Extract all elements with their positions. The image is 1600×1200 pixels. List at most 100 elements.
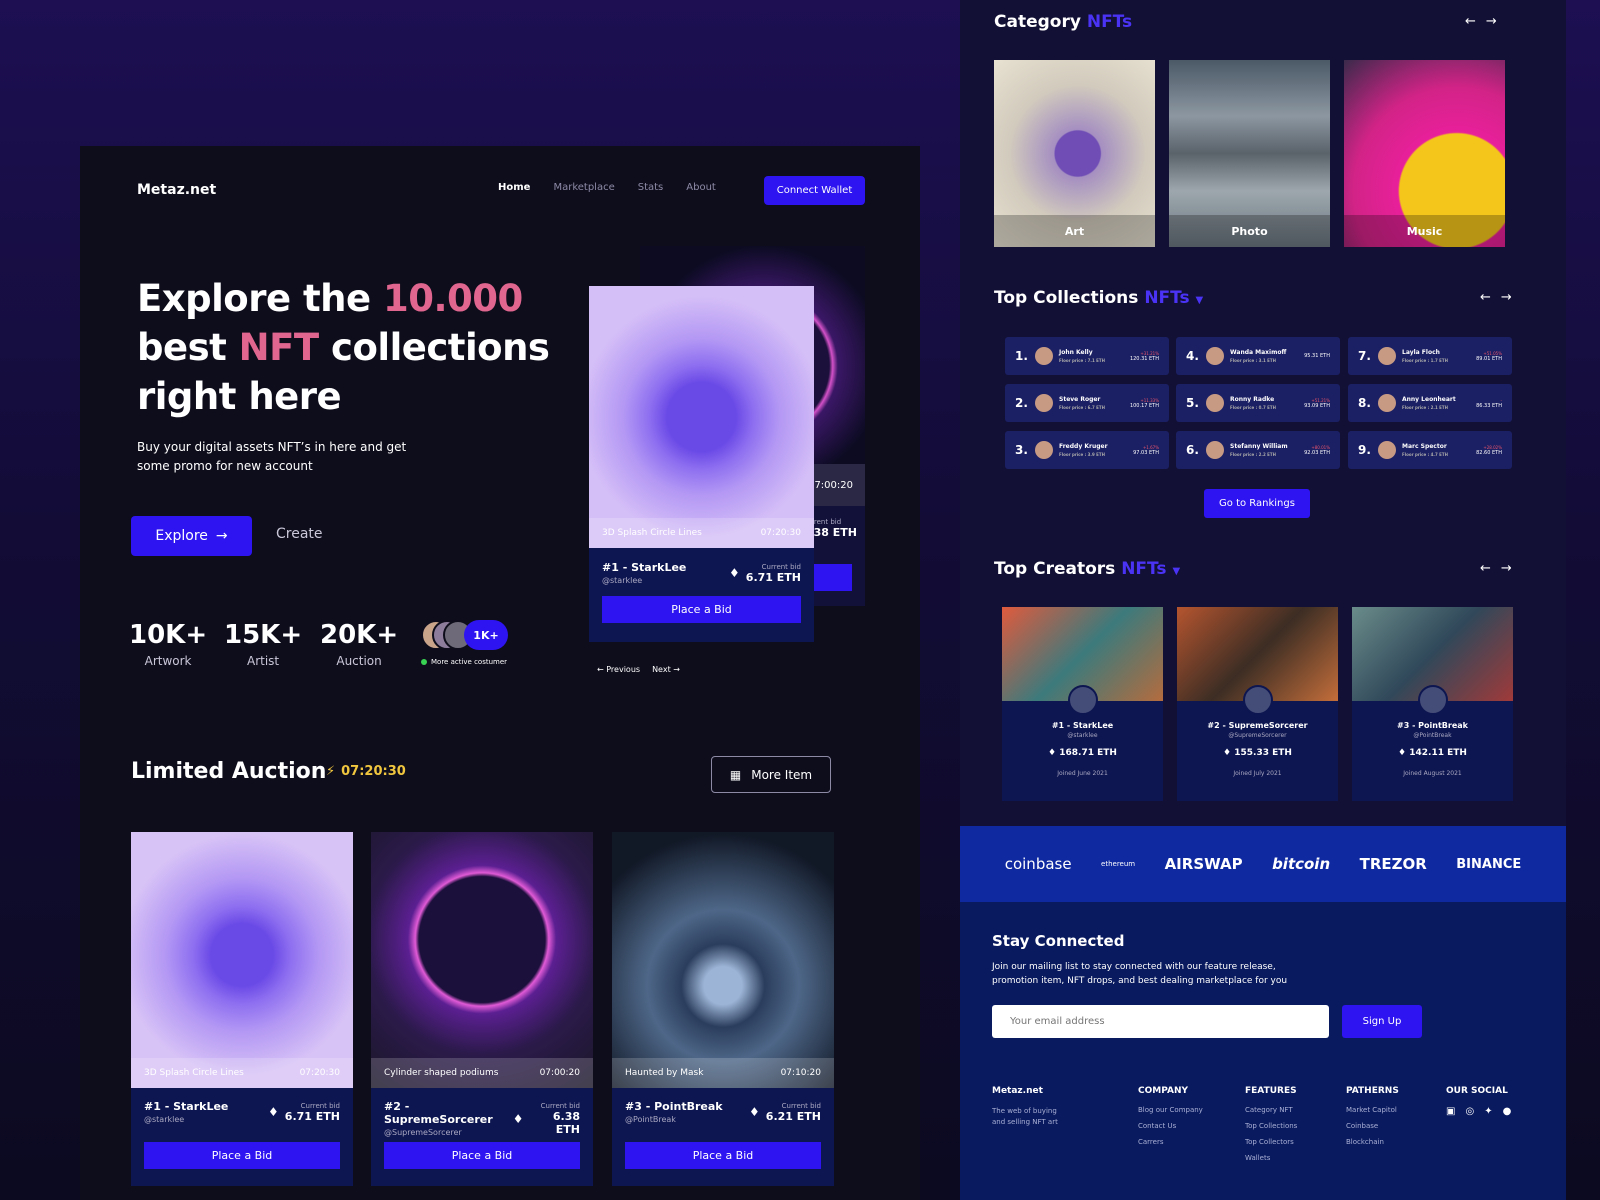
footer-brand: Metaz.net The web of buying and selling N… xyxy=(992,1086,1058,1126)
collection-item[interactable]: 3. Freddy Kruger Floor price : 3.9 ETH +1.6… xyxy=(1005,431,1169,469)
explore-button[interactable]: Explore → xyxy=(131,516,252,556)
nav-stats[interactable]: Stats xyxy=(638,182,664,193)
collection-item[interactable]: 8. Anny Leonheart Floor price : 2.1 ETH -86… xyxy=(1348,384,1512,422)
footer-link[interactable]: Top Collections xyxy=(1245,1122,1297,1130)
carousel-pagination: ← Previous Next → xyxy=(597,665,680,674)
partner-logos: coinbase ethereum AIRSWAP bitcoin TREZOR… xyxy=(960,826,1566,902)
online-dot-icon xyxy=(421,659,427,665)
creator-card[interactable]: #1 - StarkLee @starklee ♦ 168.71 ETH Joined… xyxy=(1002,607,1163,801)
card-info: #1 - StarkLee @starklee ♦ Current bid 6.71 … xyxy=(602,561,801,585)
chevron-down-icon[interactable]: ▼ xyxy=(1172,566,1180,577)
footer-company: COMPANY Blog our Company Contact Us Carrers xyxy=(1138,1086,1203,1146)
hero-front-card[interactable]: 3D Splash Circle Lines 07:20:30 #1 - Star… xyxy=(589,286,814,642)
arrow-right-icon[interactable]: → xyxy=(1486,14,1497,29)
footer-link[interactable]: Wallets xyxy=(1245,1154,1297,1162)
footer-link[interactable]: Coinbase xyxy=(1346,1122,1399,1130)
avatar-count-badge: 1K+ xyxy=(464,620,508,650)
category-arrows: ← → xyxy=(1465,14,1497,29)
top-creators-title: Top Creators NFTs ▼ xyxy=(994,559,1181,579)
place-bid-button[interactable]: Place a Bid xyxy=(384,1142,580,1169)
more-item-button[interactable]: ▦ More Item xyxy=(711,756,831,793)
email-input[interactable] xyxy=(992,1005,1329,1038)
footer-link[interactable]: Carrers xyxy=(1138,1138,1203,1146)
footer-link[interactable]: Top Collectors xyxy=(1245,1138,1297,1146)
section-title: Limited Auction xyxy=(131,759,327,784)
footer-link[interactable]: Blockchain xyxy=(1346,1138,1399,1146)
avatar xyxy=(1035,441,1053,459)
hero-subtitle: Buy your digital assets NFT’s in here an… xyxy=(137,440,407,473)
category-card-art[interactable]: Art xyxy=(994,60,1155,247)
collection-item[interactable]: 1. John Kelly Floor price : 7.1 ETH +31.21%… xyxy=(1005,337,1169,375)
footer-patherns: PATHERNS Market Capitol Coinbase Blockchain xyxy=(1346,1086,1399,1146)
arrow-right-icon: → xyxy=(215,528,228,544)
collection-item[interactable]: 7. Layla Floch Floor price : 1.7 ETH +51.05… xyxy=(1348,337,1512,375)
avatar xyxy=(1242,685,1273,715)
avatar-group: 1K+ xyxy=(421,620,511,650)
footer-link[interactable]: Contact Us xyxy=(1138,1122,1203,1130)
card-caption: 3D Splash Circle Lines 07:20:30 xyxy=(589,518,814,548)
landing-panel: Metaz.net Home Marketplace Stats About C… xyxy=(80,146,920,1200)
arrow-left-icon[interactable]: ← xyxy=(1480,290,1491,305)
linkedin-icon[interactable]: ▣ xyxy=(1446,1106,1455,1117)
collection-item[interactable]: 9. Marc Spector Floor price : 4.7 ETH +28.0… xyxy=(1348,431,1512,469)
lightning-icon: ⚡ xyxy=(326,764,336,779)
avatar xyxy=(1206,441,1224,459)
collection-item[interactable]: 2. Steve Roger Floor price : 6.7 ETH +11.33… xyxy=(1005,384,1169,422)
hero-title: Explore the 10.000 best NFT collections r… xyxy=(137,277,550,418)
facebook-icon[interactable]: ● xyxy=(1503,1106,1512,1117)
create-link[interactable]: Create xyxy=(276,526,323,542)
place-bid-button[interactable] xyxy=(812,564,852,591)
ethereum-icon: ♦ xyxy=(749,1105,760,1119)
place-bid-button[interactable]: Place a Bid xyxy=(144,1142,340,1169)
nav-home[interactable]: Home xyxy=(498,182,530,193)
ethereum-icon: ♦ xyxy=(268,1105,279,1119)
footer-link[interactable]: Blog our Company xyxy=(1138,1106,1203,1114)
creator-card[interactable]: #2 - SupremeSorcerer @SupremeSorcerer ♦ 15… xyxy=(1177,607,1338,801)
arrow-right-icon[interactable]: → xyxy=(1501,290,1512,305)
airswap-logo: AIRSWAP xyxy=(1164,855,1243,873)
stat-auction: 20K+ Auction xyxy=(320,620,399,668)
go-to-rankings-button[interactable]: Go to Rankings xyxy=(1204,489,1310,518)
arrow-left-icon[interactable]: ← xyxy=(1465,14,1476,29)
footer-social: OUR SOCIAL ▣ ◎ ✦ ● xyxy=(1446,1086,1512,1117)
card-info: #3 - PointBreak @PointBreak ♦ Current bid 6… xyxy=(625,1100,821,1124)
bitcoin-logo: bitcoin xyxy=(1272,855,1331,873)
site-logo[interactable]: Metaz.net xyxy=(137,182,216,198)
place-bid-button[interactable]: Place a Bid xyxy=(602,596,801,623)
avatar xyxy=(1206,394,1224,412)
collections-arrows: ← → xyxy=(1480,290,1512,305)
next-button[interactable]: Next → xyxy=(652,665,680,674)
footer-link[interactable]: Category NFT xyxy=(1245,1106,1297,1114)
twitter-icon[interactable]: ✦ xyxy=(1484,1106,1492,1117)
card-caption: Haunted by Mask 07:10:20 xyxy=(612,1058,834,1088)
previous-button[interactable]: ← Previous xyxy=(597,665,640,674)
footer-link[interactable]: Market Capitol xyxy=(1346,1106,1399,1114)
nft-image xyxy=(589,286,814,548)
detail-panel: Category NFTs ← → Art Photo Music Top Col… xyxy=(960,0,1566,1200)
nav-marketplace[interactable]: Marketplace xyxy=(553,182,614,193)
connect-wallet-button[interactable]: Connect Wallet xyxy=(764,176,865,205)
collection-item[interactable]: 6. Stefanny William Floor price : 2.2 ETH +… xyxy=(1176,431,1340,469)
place-bid-button[interactable]: Place a Bid xyxy=(625,1142,821,1169)
creator-card[interactable]: #3 - PointBreak @PointBreak ♦ 142.11 ETH Jo… xyxy=(1352,607,1513,801)
chevron-down-icon[interactable]: ▼ xyxy=(1196,295,1204,306)
avatar xyxy=(1035,347,1053,365)
auction-card[interactable]: Haunted by Mask 07:10:20 #3 - PointBreak @… xyxy=(612,832,834,1186)
avatar xyxy=(1206,347,1224,365)
avatar xyxy=(1035,394,1053,412)
sign-up-button[interactable]: Sign Up xyxy=(1342,1005,1422,1038)
collection-item[interactable]: 5. Ronny Radke Floor price : 0.7 ETH +51.21… xyxy=(1176,384,1340,422)
nav-about[interactable]: About xyxy=(686,182,716,193)
category-card-music[interactable]: Music xyxy=(1344,60,1505,247)
category-card-photo[interactable]: Photo xyxy=(1169,60,1330,247)
arrow-right-icon[interactable]: → xyxy=(1501,561,1512,576)
active-customer-label: More active costumer xyxy=(421,658,507,666)
card-caption: 3D Splash Circle Lines 07:20:30 xyxy=(131,1058,353,1088)
collection-item[interactable]: 4. Wanda Maximoff Floor price : 3.1 ETH 95.… xyxy=(1176,337,1340,375)
auction-card[interactable]: 3D Splash Circle Lines 07:20:30 #1 - Star… xyxy=(131,832,353,1186)
arrow-left-icon[interactable]: ← xyxy=(1480,561,1491,576)
instagram-icon[interactable]: ◎ xyxy=(1465,1106,1474,1117)
auction-card[interactable]: Cylinder shaped podiums 07:00:20 #2 - Sup… xyxy=(371,832,593,1186)
ethereum-icon: ♦ xyxy=(1048,748,1057,758)
footer-features: FEATURES Category NFT Top Collections Top C… xyxy=(1245,1086,1298,1162)
